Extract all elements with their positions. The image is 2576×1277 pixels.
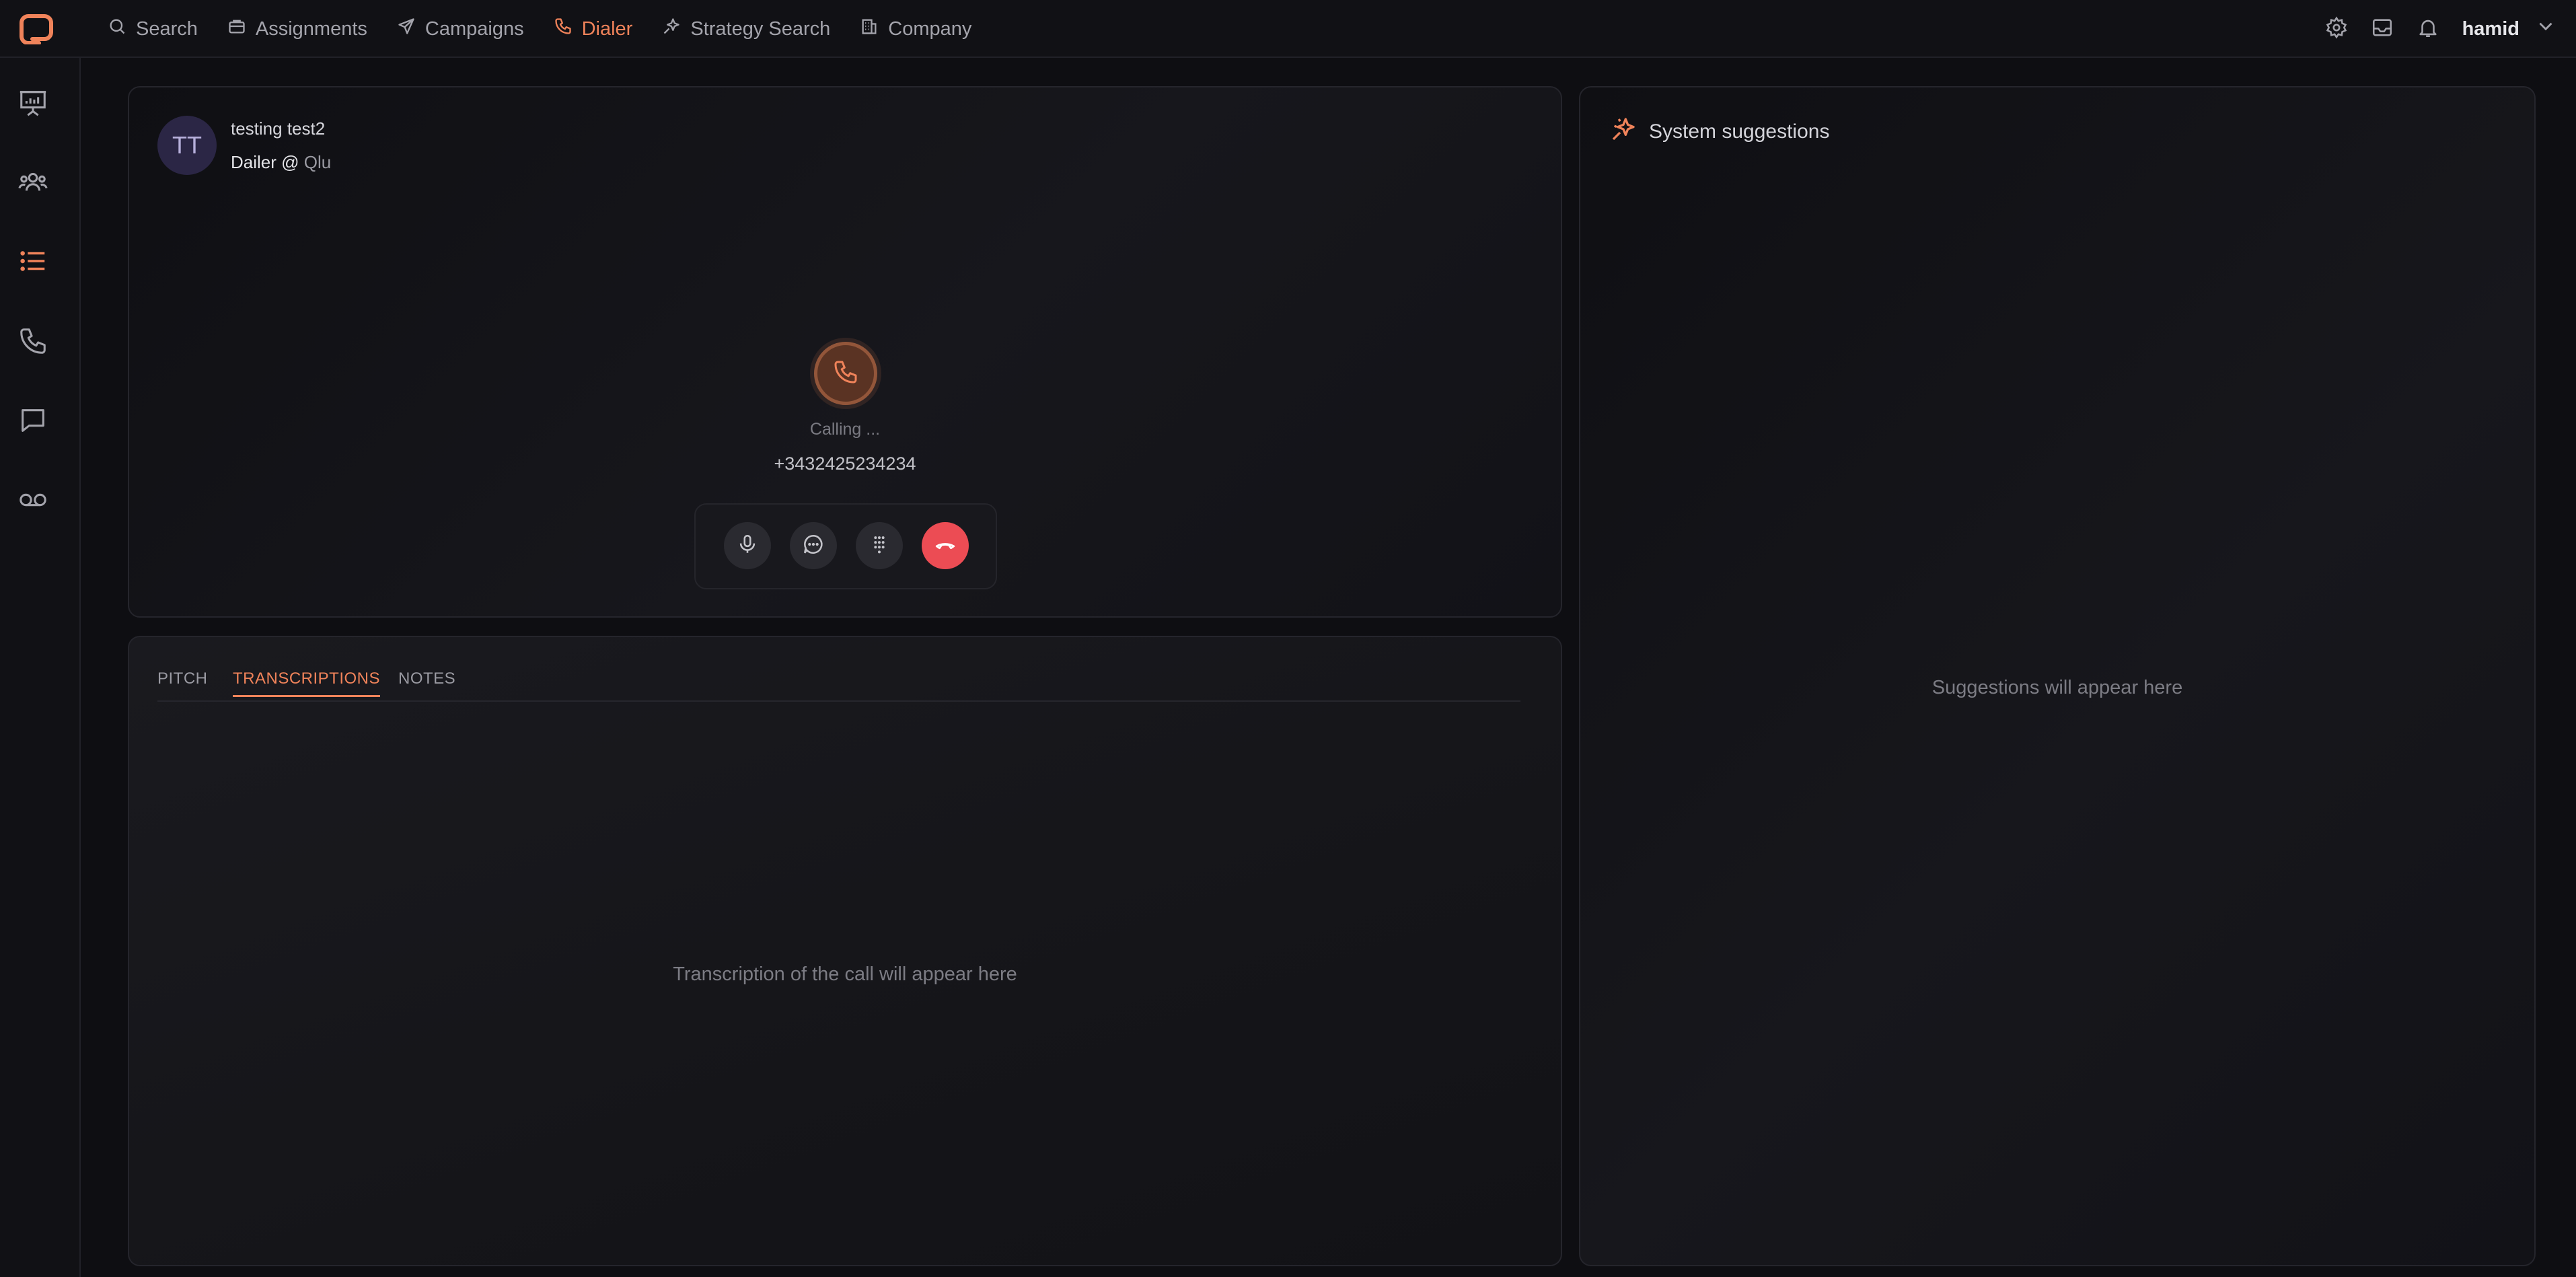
user-menu[interactable]: hamid — [2462, 15, 2557, 43]
nav-item-label: Search — [136, 17, 198, 40]
suggestions-header: System suggestions — [1610, 116, 1829, 148]
caller-company: Qlu — [303, 152, 332, 172]
sparkle-icon — [1610, 116, 1637, 148]
suggestions-title: System suggestions — [1649, 120, 1830, 143]
chevron-down-icon — [2534, 15, 2557, 43]
top-right-actions: hamid — [2325, 0, 2557, 58]
settings-gear-icon[interactable] — [2325, 16, 2348, 42]
keypad-button[interactable] — [856, 522, 903, 569]
mute-button[interactable] — [724, 522, 771, 569]
nav-item-company[interactable]: Company — [860, 17, 971, 41]
message-icon[interactable] — [17, 405, 48, 436]
send-icon — [397, 17, 416, 41]
calling-indicator — [814, 342, 877, 405]
call-controls — [694, 503, 997, 589]
keypad-icon — [868, 533, 891, 559]
call-status: Calling ... — [809, 420, 881, 439]
presentation-icon[interactable] — [17, 87, 48, 118]
phone-icon — [554, 17, 573, 41]
building-icon — [860, 17, 879, 41]
caller-name: testing test2 — [231, 118, 326, 139]
transcription-panel: PITCH TRANSCRIPTIONS NOTES Transcription… — [128, 636, 1562, 1266]
main-nav: Search Assignments Campaigns Dialer Stra… — [108, 0, 971, 58]
phone-icon — [832, 359, 859, 389]
caller-panel: TT testing test2 Dailer @ Qlu Calling ..… — [128, 86, 1562, 618]
phone-number: +3432425234234 — [774, 453, 916, 474]
caller-role: Dailer @ — [231, 152, 299, 172]
nav-item-label: Campaigns — [425, 17, 524, 40]
nav-item-label: Strategy Search — [690, 17, 831, 40]
left-sidebar — [0, 58, 81, 1277]
notification-bell-icon[interactable] — [2417, 16, 2439, 42]
top-bar: Search Assignments Campaigns Dialer Stra… — [0, 0, 2576, 58]
voicemail-icon[interactable] — [17, 484, 48, 515]
end-call-button[interactable] — [922, 522, 969, 569]
nav-item-assignments[interactable]: Assignments — [227, 17, 367, 41]
phone-icon[interactable] — [17, 326, 48, 357]
inbox-icon[interactable] — [2371, 16, 2394, 42]
app-logo-icon[interactable] — [19, 13, 54, 45]
hang-up-icon — [934, 533, 957, 559]
nav-item-strategy-search[interactable]: Strategy Search — [662, 17, 830, 41]
chat-bubble-icon — [802, 533, 825, 559]
user-name: hamid — [2462, 17, 2519, 40]
nav-item-search[interactable]: Search — [108, 17, 198, 41]
microphone-icon — [736, 533, 759, 559]
avatar: TT — [157, 116, 217, 175]
nav-item-label: Company — [888, 17, 972, 40]
people-icon[interactable] — [17, 166, 48, 197]
nav-item-label: Dialer — [581, 17, 633, 40]
tab-pitch[interactable]: PITCH — [157, 669, 208, 695]
tab-bar: PITCH TRANSCRIPTIONS NOTES — [157, 665, 1520, 702]
tab-notes[interactable]: NOTES — [398, 669, 455, 695]
suggestions-empty-message: Suggestions will appear here — [1931, 677, 2183, 698]
search-icon — [108, 17, 126, 41]
suggestions-panel: System suggestions Suggestions will appe… — [1579, 86, 2536, 1266]
sparkle-icon — [662, 17, 681, 41]
caller-subtitle: Dailer @ Qlu — [231, 152, 331, 173]
tab-transcriptions[interactable]: TRANSCRIPTIONS — [233, 669, 381, 697]
briefcase-icon — [227, 17, 246, 41]
nav-item-dialer[interactable]: Dialer — [554, 17, 633, 41]
nav-item-label: Assignments — [255, 17, 367, 40]
list-icon[interactable] — [17, 246, 48, 277]
nav-item-campaigns[interactable]: Campaigns — [397, 17, 524, 41]
chat-button[interactable] — [790, 522, 837, 569]
transcription-empty-message: Transcription of the call will appear he… — [673, 963, 1017, 985]
